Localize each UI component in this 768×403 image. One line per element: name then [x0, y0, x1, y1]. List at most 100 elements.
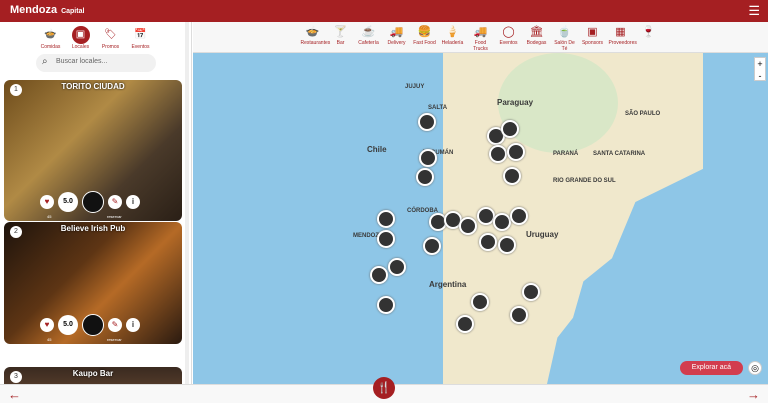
zoom-out-button[interactable]: - — [755, 70, 765, 82]
map-pin[interactable] — [418, 113, 436, 131]
label-parana: PARANÁ — [553, 151, 579, 157]
card-title: Kaupo Bar — [72, 369, 114, 378]
map-pin[interactable] — [377, 230, 395, 248]
label-uruguay: Uruguay — [526, 230, 559, 239]
category-restaurantes[interactable]: 🍲 Restaurantes — [301, 25, 331, 52]
calendar-icon: 📅 — [134, 29, 147, 40]
info-icon[interactable]: i — [126, 195, 140, 209]
zoom-control[interactable]: + - — [754, 57, 766, 81]
ice-cream-icon: 🍦 — [445, 26, 460, 38]
category-bar: 🍲 Restaurantes 🍸 Bar ☕ Cafetería 🚚 Delivery … — [193, 22, 768, 53]
label-salta: SALTA — [428, 105, 448, 111]
reserve-icon[interactable]: ✎ — [108, 318, 122, 332]
map-pin[interactable] — [388, 258, 406, 276]
label-santa-catarina: SANTA CATARINA — [593, 151, 646, 157]
card-actions: ♥ 5.0 ✎ i — [40, 314, 140, 336]
info-icon[interactable]: i — [126, 318, 140, 332]
tab-comidas[interactable]: 🍲 Comidas — [38, 26, 64, 52]
delivery-icon: 🚚 — [389, 26, 404, 38]
menu-icon[interactable]: ☰ — [748, 3, 760, 19]
map-pin[interactable] — [493, 213, 511, 231]
sponsor-icon: ▣ — [587, 26, 598, 38]
map-pin[interactable] — [503, 167, 521, 185]
search-icon: ⌕ — [42, 56, 48, 67]
explore-button[interactable]: Explorar acá — [679, 361, 743, 375]
glass-icon: 🍷 — [641, 26, 656, 38]
card-actions: ♥ 5.0 ✎ i — [40, 191, 140, 213]
map-pin[interactable] — [479, 233, 497, 251]
supplier-icon: ▦ — [615, 26, 626, 38]
cocktail-icon: 🍸 — [333, 26, 348, 38]
label-chile: Chile — [367, 145, 387, 154]
zoom-in-button[interactable]: + — [755, 58, 765, 70]
venue-logo — [82, 191, 104, 213]
category-bodegas[interactable]: 🏛 Bodegas — [525, 25, 549, 52]
bottom-bar: ← 🍴 → — [0, 377, 768, 403]
heart-icon[interactable]: ♥ — [40, 318, 54, 332]
map-pin[interactable] — [456, 315, 474, 333]
map-pin[interactable] — [507, 143, 525, 161]
app-logo-icon[interactable]: 🍴 — [373, 377, 395, 399]
tea-icon: 🍵 — [557, 26, 572, 38]
label-paraguay: Paraguay — [497, 98, 534, 107]
heart-icon[interactable]: ♥ — [40, 195, 54, 209]
tab-promos[interactable]: 🏷 Promos — [98, 26, 124, 52]
list-item[interactable]: 3 Kaupo Bar — [4, 367, 182, 384]
reserve-icon[interactable]: ✎ — [108, 195, 122, 209]
label-rio-grande-do-sul: RIO GRANDE DO SUL — [553, 178, 616, 184]
tab-eventos[interactable]: 📅 Eventos — [128, 26, 154, 52]
map-pin[interactable] — [510, 207, 528, 225]
map-pin[interactable] — [419, 149, 437, 167]
brand[interactable]: Mendoza Capital — [10, 4, 84, 16]
map-pin[interactable] — [471, 293, 489, 311]
event-icon: ◯ — [502, 26, 515, 38]
forward-arrow-icon[interactable]: → — [747, 387, 760, 402]
category-bar[interactable]: 🍸 Bar — [329, 25, 353, 52]
tag-icon: 🏷 — [104, 29, 117, 40]
top-bar: Mendoza Capital ☰ — [0, 0, 768, 22]
category-salon-de-te[interactable]: 🍵 Salón De Té — [553, 25, 577, 52]
tab-locales[interactable]: ▣ Locales — [68, 26, 94, 52]
map-pin[interactable] — [377, 296, 395, 314]
list-item[interactable]: 1 TORITO CIUDAD ♥ 5.0 ✎ i 45 reservar — [4, 80, 182, 221]
reserve-label[interactable]: reservar — [107, 337, 122, 342]
map[interactable]: Paraguay Chile Argentina Uruguay PARANÁ … — [193, 53, 768, 384]
list-item[interactable]: 2 Believe Irish Pub ♥ 5.0 ✎ i 45 reserva… — [4, 222, 182, 344]
category-eventos[interactable]: ◯ Eventos — [497, 25, 521, 52]
back-arrow-icon[interactable]: ← — [8, 387, 21, 402]
search-input[interactable]: ⌕ Buscar locales... — [36, 54, 156, 72]
map-pin[interactable] — [416, 168, 434, 186]
category-fast-food[interactable]: 🍔 Fast Food — [413, 25, 437, 52]
card-title: Believe Irish Pub — [60, 224, 126, 233]
rating-score: 5.0 — [58, 192, 78, 212]
map-pin[interactable] — [498, 236, 516, 254]
map-pin[interactable] — [489, 145, 507, 163]
food-icon: 🍲 — [44, 29, 57, 40]
store-icon: ▣ — [71, 26, 90, 44]
map-pin[interactable] — [423, 237, 441, 255]
category-delivery[interactable]: 🚚 Delivery — [385, 25, 409, 52]
category-proveedores[interactable]: ▦ Proveedores — [609, 25, 637, 52]
burger-icon: 🍔 — [417, 26, 432, 38]
category-cafeteria[interactable]: ☕ Cafetería — [357, 25, 381, 52]
category-sponsors[interactable]: ▣ Sponsors — [581, 25, 605, 52]
rating-score: 5.0 — [58, 315, 78, 335]
map-pin[interactable] — [459, 217, 477, 235]
sidebar: 🍲 Comidas ▣ Locales 🏷 Promos 📅 Eventos ⌕ Busc… — [0, 22, 192, 384]
scrollbar[interactable] — [185, 22, 189, 384]
map-pin[interactable] — [501, 120, 519, 138]
map-pin[interactable] — [377, 210, 395, 228]
map-pin[interactable] — [510, 306, 528, 324]
locate-icon[interactable]: ◎ — [748, 361, 762, 375]
map-pin[interactable] — [370, 266, 388, 284]
category-food-trucks[interactable]: 🚚 Food Trucks — [469, 25, 493, 52]
map-pin[interactable] — [522, 283, 540, 301]
label-sao-paulo: SÃO PAULO — [625, 111, 661, 117]
coffee-icon: ☕ — [361, 26, 376, 38]
winery-icon: 🏛 — [529, 26, 544, 38]
category-heladeria[interactable]: 🍦 Heladería — [441, 25, 465, 52]
reserve-label[interactable]: reservar — [107, 214, 122, 219]
category-drinks[interactable]: 🍷 — [637, 25, 661, 52]
likes-count: 45 — [47, 337, 52, 342]
card-title: TORITO CIUDAD — [61, 82, 125, 91]
